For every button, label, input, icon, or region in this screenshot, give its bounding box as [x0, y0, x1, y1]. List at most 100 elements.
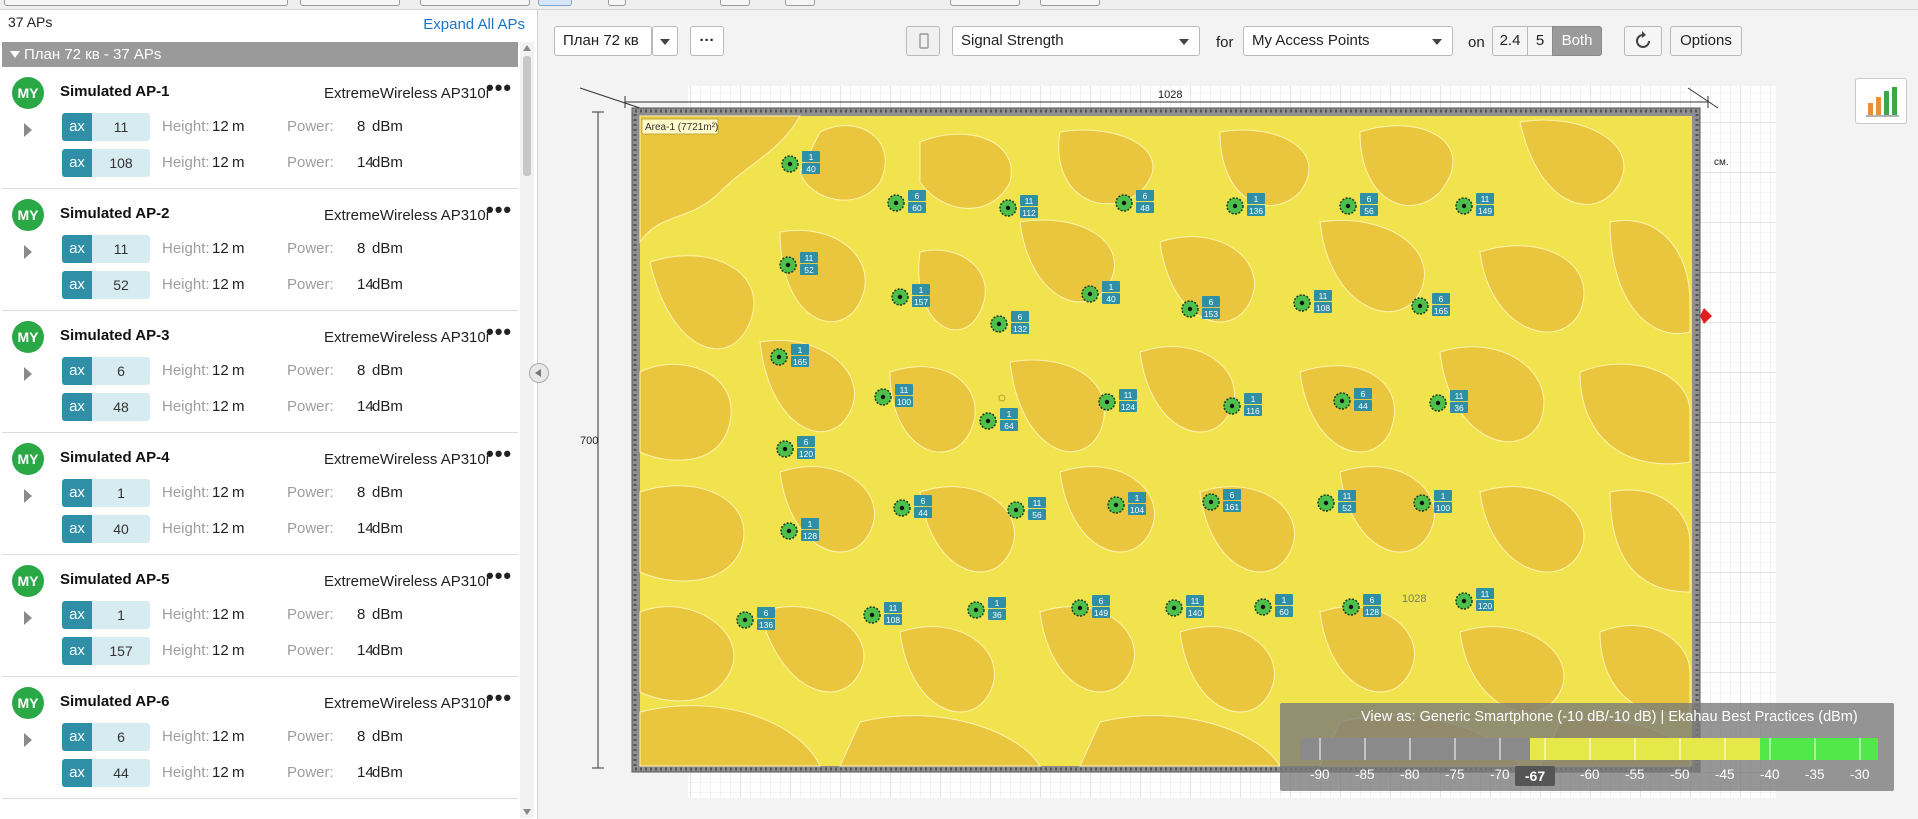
expand-all-link[interactable]: Expand All APs	[423, 16, 525, 33]
radio-channel[interactable]: 52	[92, 271, 150, 299]
floor-group-header[interactable]: План 72 кв - 37 APs	[2, 42, 518, 67]
more-icon[interactable]: •••	[486, 319, 512, 345]
power-value[interactable]: 8	[357, 484, 365, 501]
collapse-triangle-icon[interactable]	[10, 51, 20, 58]
ap-list-item[interactable]: MY Simulated AP-4 ExtremeWireless AP310i ••…	[2, 433, 518, 555]
floor-plan-select[interactable]: План 72 кв	[554, 26, 652, 56]
radio-channel[interactable]: 11	[92, 113, 150, 141]
toolbar-button[interactable]	[1040, 0, 1100, 6]
expand-radio-icon[interactable]	[24, 245, 32, 259]
device-view-button[interactable]	[906, 26, 940, 56]
more-icon[interactable]: •••	[486, 441, 512, 467]
radio-row[interactable]: ax 52 Height: 12 m Power: 14 dBm	[62, 271, 502, 299]
radio-channel[interactable]: 6	[92, 357, 150, 385]
height-value[interactable]: 12	[212, 118, 229, 135]
radio-row[interactable]: ax 40 Height: 12 m Power: 14 dBm	[62, 515, 502, 543]
scroll-up-icon[interactable]	[523, 45, 531, 51]
toolbar-icon-button[interactable]	[608, 0, 626, 6]
refresh-button[interactable]	[1624, 26, 1662, 56]
visualization-select[interactable]: Signal Strength	[952, 26, 1200, 56]
expand-radio-icon[interactable]	[24, 367, 32, 381]
height-value[interactable]: 12	[212, 606, 229, 623]
radio-channel[interactable]: 1	[92, 479, 150, 507]
expand-radio-icon[interactable]	[24, 489, 32, 503]
ap-list-item[interactable]: MY Simulated AP-3 ExtremeWireless AP310i ••…	[2, 311, 518, 433]
options-button[interactable]: Options	[1670, 26, 1742, 56]
radio-row[interactable]: ax 6 Height: 12 m Power: 8 dBm	[62, 357, 502, 385]
ap-list-item[interactable]: MY Simulated AP-5 ExtremeWireless AP310i ••…	[2, 555, 518, 677]
power-unit: dBm	[372, 398, 403, 415]
chart-view-button[interactable]	[1855, 78, 1907, 124]
area-label[interactable]: Area-1 (7721m²)	[645, 122, 718, 133]
radio-row[interactable]: ax 48 Height: 12 m Power: 14 dBm	[62, 393, 502, 421]
ap-list-item[interactable]: MY Simulated AP-6 ExtremeWireless AP310i ••…	[2, 677, 518, 799]
ap-list-scrollbar[interactable]	[520, 42, 534, 818]
toolbar-icon-button[interactable]	[720, 0, 750, 6]
add-button[interactable]	[420, 0, 530, 6]
band-both-button[interactable]: Both	[1552, 26, 1602, 56]
height-label: Height:	[162, 398, 210, 415]
height-value[interactable]: 12	[212, 362, 229, 379]
ap-name[interactable]: Simulated AP-5	[60, 571, 169, 588]
collapse-panel-icon[interactable]	[529, 363, 549, 383]
floor-plan-dropdown-button[interactable]	[652, 26, 678, 56]
radio-channel[interactable]: 40	[92, 515, 150, 543]
radio-row[interactable]: ax 1 Height: 12 m Power: 8 dBm	[62, 479, 502, 507]
ap-name[interactable]: Simulated AP-4	[60, 449, 169, 466]
scroll-down-icon[interactable]	[523, 809, 531, 815]
power-value[interactable]: 8	[357, 362, 365, 379]
view-mode-button[interactable]	[538, 0, 572, 6]
radio-channel[interactable]: 44	[92, 759, 150, 787]
more-icon[interactable]: •••	[486, 563, 512, 589]
power-value[interactable]: 8	[357, 728, 365, 745]
radio-row[interactable]: ax 11 Height: 12 m Power: 8 dBm	[62, 113, 502, 141]
toolbar-icon-button[interactable]	[785, 0, 815, 6]
expand-radio-icon[interactable]	[24, 733, 32, 747]
height-value[interactable]: 12	[212, 154, 229, 171]
radio-row[interactable]: ax 157 Height: 12 m Power: 14 dBm	[62, 637, 502, 665]
toolbar-button[interactable]	[950, 0, 1020, 6]
radio-channel[interactable]: 1	[92, 601, 150, 629]
more-icon[interactable]: •••	[486, 75, 512, 101]
band-2-4-button[interactable]: 2.4	[1492, 26, 1528, 56]
height-value[interactable]: 12	[212, 240, 229, 257]
radio-channel[interactable]: 108	[92, 149, 150, 177]
more-options-button[interactable]: ···	[690, 26, 724, 56]
height-value[interactable]: 12	[212, 276, 229, 293]
radio-row[interactable]: ax 1 Height: 12 m Power: 8 dBm	[62, 601, 502, 629]
radio-channel[interactable]: 48	[92, 393, 150, 421]
height-value[interactable]: 12	[212, 728, 229, 745]
radio-channel[interactable]: 11	[92, 235, 150, 263]
power-value[interactable]: 8	[357, 118, 365, 135]
search-input[interactable]	[4, 0, 288, 6]
ap-name[interactable]: Simulated AP-3	[60, 327, 169, 344]
expand-radio-icon[interactable]	[24, 123, 32, 137]
height-value[interactable]: 12	[212, 764, 229, 781]
radio-row[interactable]: ax 108 Height: 12 m Power: 14 dBm	[62, 149, 502, 177]
radio-row[interactable]: ax 44 Height: 12 m Power: 14 dBm	[62, 759, 502, 787]
band-5-button[interactable]: 5	[1527, 26, 1553, 56]
radio-channel[interactable]: 157	[92, 637, 150, 665]
more-icon[interactable]: •••	[486, 197, 512, 223]
power-value[interactable]: 8	[357, 240, 365, 257]
power-value[interactable]: 8	[357, 606, 365, 623]
scrollbar-thumb[interactable]	[523, 56, 531, 176]
ap-name[interactable]: Simulated AP-2	[60, 205, 169, 222]
expand-radio-icon[interactable]	[24, 611, 32, 625]
radio-channel[interactable]: 6	[92, 723, 150, 751]
threshold-marker[interactable]: -67	[1515, 766, 1555, 786]
target-select[interactable]: My Access Points	[1243, 26, 1453, 56]
radio-row[interactable]: ax 6 Height: 12 m Power: 8 dBm	[62, 723, 502, 751]
more-icon[interactable]: •••	[486, 685, 512, 711]
height-value[interactable]: 12	[212, 484, 229, 501]
radio-row[interactable]: ax 11 Height: 12 m Power: 8 dBm	[62, 235, 502, 263]
ap-list-item[interactable]: MY Simulated AP-1 ExtremeWireless AP310i ••…	[2, 67, 518, 189]
height-value[interactable]: 12	[212, 642, 229, 659]
ap-list-item[interactable]: MY Simulated AP-2 ExtremeWireless AP310i ••…	[2, 189, 518, 311]
ap-name[interactable]: Simulated AP-6	[60, 693, 169, 710]
filter-button[interactable]	[300, 0, 400, 6]
ap-name[interactable]: Simulated AP-1	[60, 83, 169, 100]
legend-color-bar[interactable]	[1300, 738, 1878, 760]
height-value[interactable]: 12	[212, 520, 229, 537]
height-value[interactable]: 12	[212, 398, 229, 415]
